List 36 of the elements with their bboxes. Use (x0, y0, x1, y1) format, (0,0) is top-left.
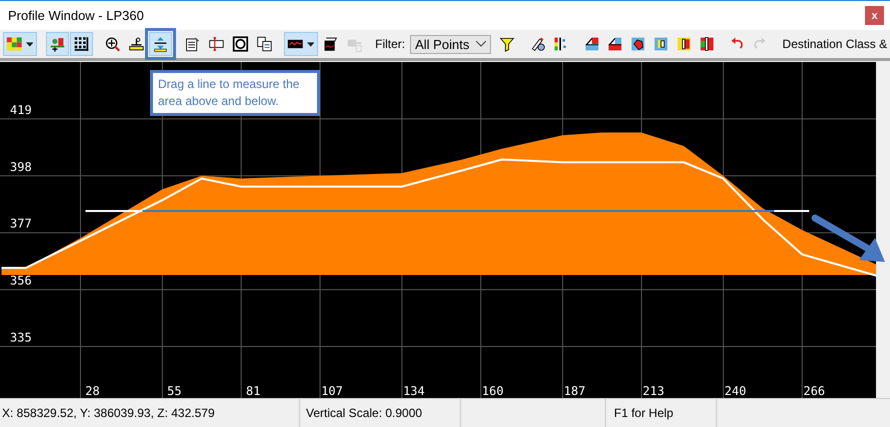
frame-icon (232, 34, 249, 54)
vertical-scale-readout: Vertical Scale: 0.9000 (306, 406, 422, 420)
grid-button[interactable] (70, 32, 93, 56)
x-axis-label: 107 (321, 384, 343, 398)
x-axis-label: 187 (564, 384, 586, 398)
x-axis-label: 28 (85, 384, 100, 398)
tooltip: Drag a line to measure the area above and below. (150, 70, 320, 116)
pencil-icon (530, 35, 546, 53)
filter-dropdown[interactable]: All Points (410, 34, 492, 54)
color-bars-icon (552, 35, 569, 53)
x-axis-label: 134 (403, 384, 425, 398)
close-button[interactable]: x (865, 6, 884, 25)
x-axis-label: 213 (642, 384, 664, 398)
x-axis-label: 266 (803, 384, 826, 398)
y-axis-label: 356 (10, 274, 32, 288)
y-axis-label: 398 (10, 160, 32, 174)
destination-class-label: Destination Class & (782, 37, 888, 51)
copy-icon (256, 34, 272, 54)
x-axis-label: 81 (246, 384, 260, 398)
help-hint: F1 for Help (614, 406, 674, 420)
filter-label: Filter: (375, 37, 406, 51)
y-axis-label: 419 (10, 102, 32, 117)
x-axis-label: 55 (167, 384, 182, 398)
grid-icon (72, 34, 90, 54)
coordinates-readout: X: 858329.52, Y: 386039.93, Z: 432.579 (2, 406, 215, 420)
window-title: Profile Window - LP360 (8, 8, 145, 23)
y-axis-label: 377 (10, 216, 32, 231)
y-axis-label: 335 (10, 330, 32, 345)
funnel-icon (499, 35, 516, 53)
profile-line-button[interactable] (284, 32, 318, 56)
x-axis-label: 240 (724, 384, 746, 398)
chevron-down-icon (476, 41, 486, 47)
palette-button[interactable] (3, 32, 38, 56)
dropdown-caret-icon (306, 42, 314, 46)
dropdown-caret-icon (26, 42, 34, 46)
x-axis-label: 160 (482, 384, 504, 398)
